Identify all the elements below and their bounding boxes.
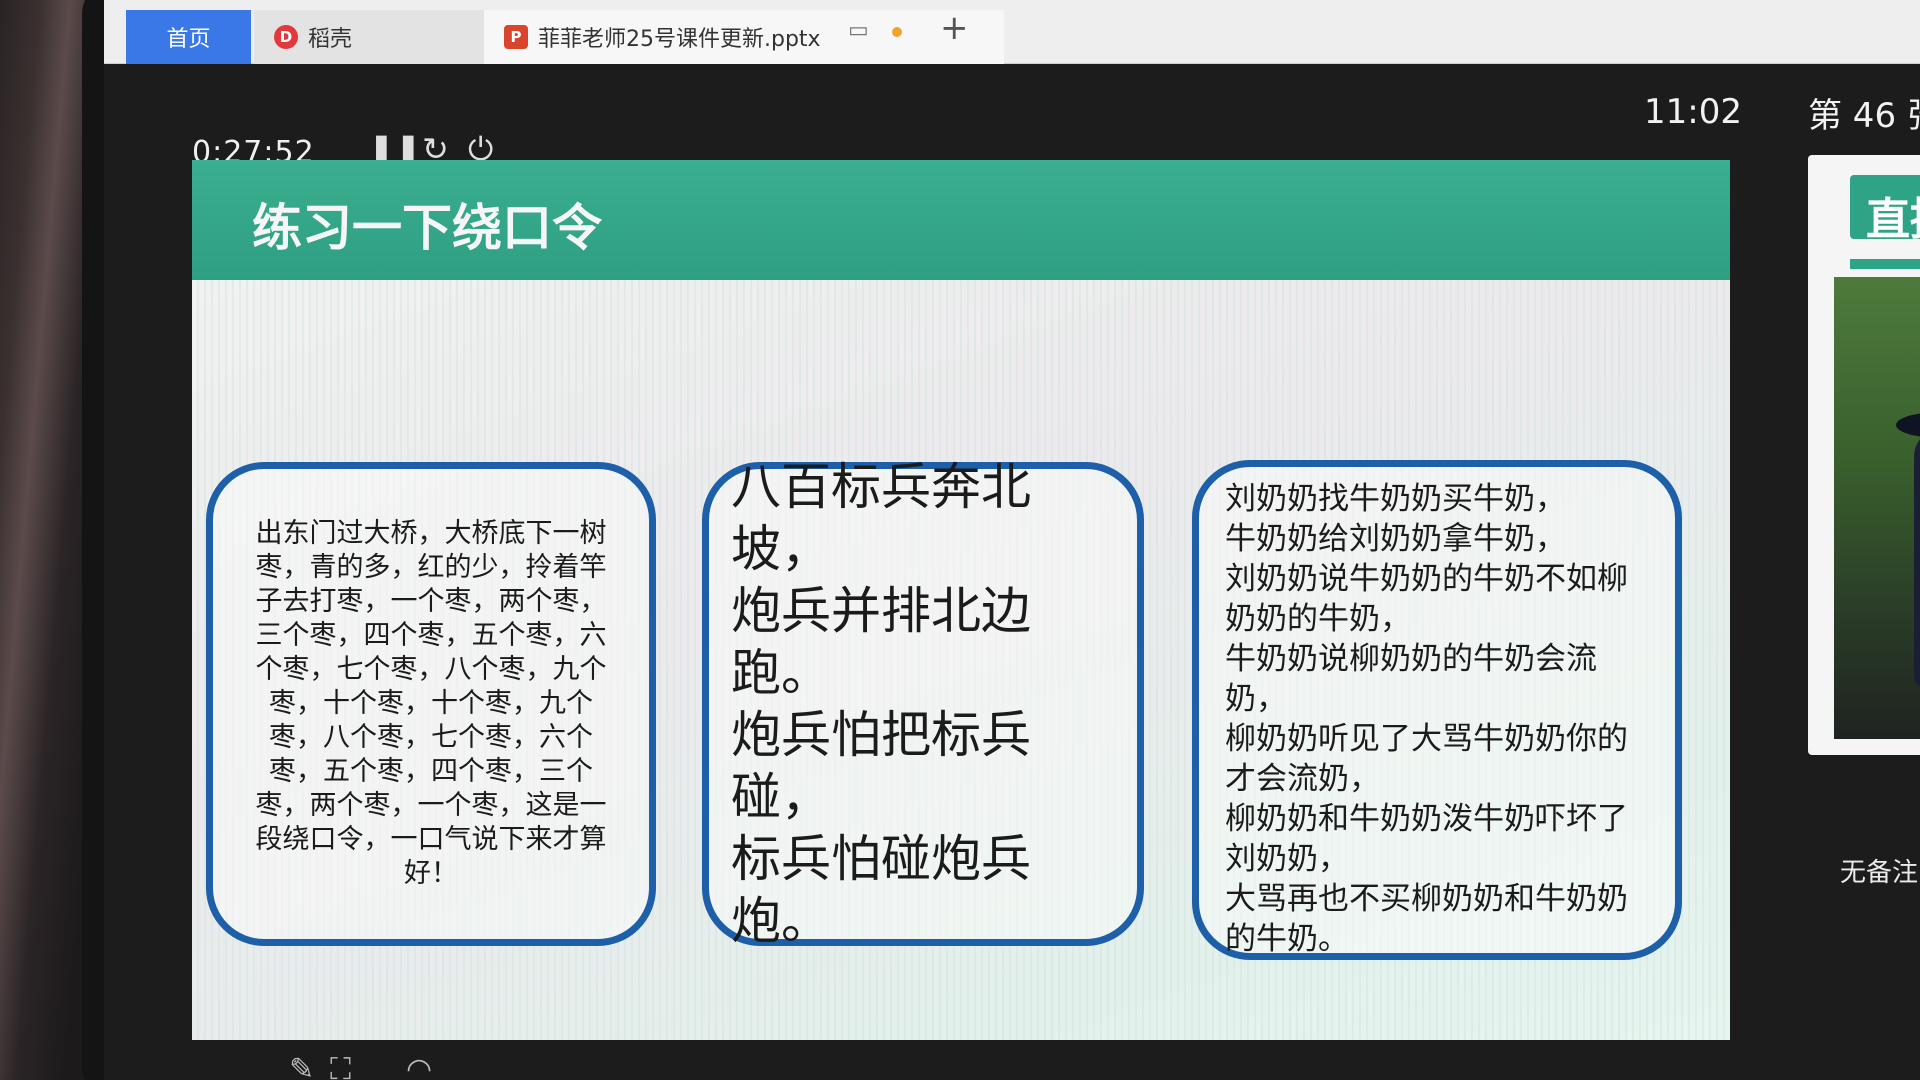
slide-title: 练习一下绕口令 — [252, 199, 602, 257]
unsaved-dot-icon — [892, 27, 902, 37]
tab-home-label: 首页 — [166, 27, 211, 52]
monitor-icon[interactable]: ▭ — [848, 18, 869, 43]
presenter-view: 首页 D 稻壳 P 菲菲老师25号课件更新.pptx ▭ + 0:27:52 ❚… — [104, 0, 1920, 1080]
tab-file-label: 菲菲老师25号课件更新.pptx — [538, 27, 821, 52]
next-slide-photo — [1834, 277, 1920, 739]
next-slide-title: 直播 — [1866, 194, 1920, 245]
pen-tool-icon[interactable]: ✎ — [289, 1052, 314, 1080]
card-2-text: 八百标兵奔北坡， 炮兵并排北边跑。 炮兵怕把标兵碰， 标兵怕碰炮兵炮。 — [731, 458, 1031, 950]
tongue-twister-card-1: 出东门过大桥，大桥底下一树枣，青的多，红的少，拎着竿子去打枣，一个枣，两个枣，三… — [206, 462, 656, 946]
speaker-notes: 无备注 — [1840, 858, 1919, 888]
next-slide-preview[interactable]: 直播 — [1808, 155, 1920, 755]
tongue-twister-card-3: 刘奶奶找牛奶奶买牛奶， 牛奶奶给刘奶奶拿牛奶， 刘奶奶说牛奶奶的牛奶不如柳奶奶的… — [1192, 460, 1682, 960]
tab-docer[interactable]: D 稻壳 — [254, 10, 484, 64]
clock: 11:02 — [1644, 92, 1742, 132]
photo-hat-shape — [1896, 412, 1920, 438]
fullscreen-icon[interactable]: ⛶ — [330, 1052, 351, 1080]
card-3-text: 刘奶奶找牛奶奶买牛奶， 牛奶奶给刘奶奶拿牛奶， 刘奶奶说牛奶奶的牛奶不如柳奶奶的… — [1225, 481, 1628, 957]
tab-presentation-file[interactable]: P 菲菲老师25号课件更新.pptx — [484, 10, 1004, 64]
current-slide[interactable]: 练习一下绕口令 出东门过大桥，大桥底下一树枣，青的多，红的少，拎着竿子去打枣，一… — [192, 160, 1730, 1040]
slide-counter: 第 46 张 — [1808, 96, 1920, 136]
card-1-text: 出东门过大桥，大桥底下一树枣，青的多，红的少，拎着竿子去打枣，一个枣，两个枣，三… — [255, 518, 607, 889]
new-tab-plus-icon[interactable]: + — [940, 8, 969, 48]
photo-figure-shape — [1914, 427, 1920, 687]
tab-home[interactable]: 首页 — [126, 10, 251, 64]
tab-docer-label: 稻壳 — [308, 27, 353, 52]
ppt-file-icon: P — [504, 25, 528, 49]
tongue-twister-card-2: 八百标兵奔北坡， 炮兵并排北边跑。 炮兵怕把标兵碰， 标兵怕碰炮兵炮。 — [702, 458, 1144, 950]
more-options-icon[interactable]: ◠ — [406, 1052, 432, 1080]
docer-logo-icon: D — [274, 25, 298, 49]
next-slide-underline — [1850, 259, 1920, 269]
tab-bar: 首页 D 稻壳 P 菲菲老师25号课件更新.pptx ▭ + — [104, 0, 1920, 64]
